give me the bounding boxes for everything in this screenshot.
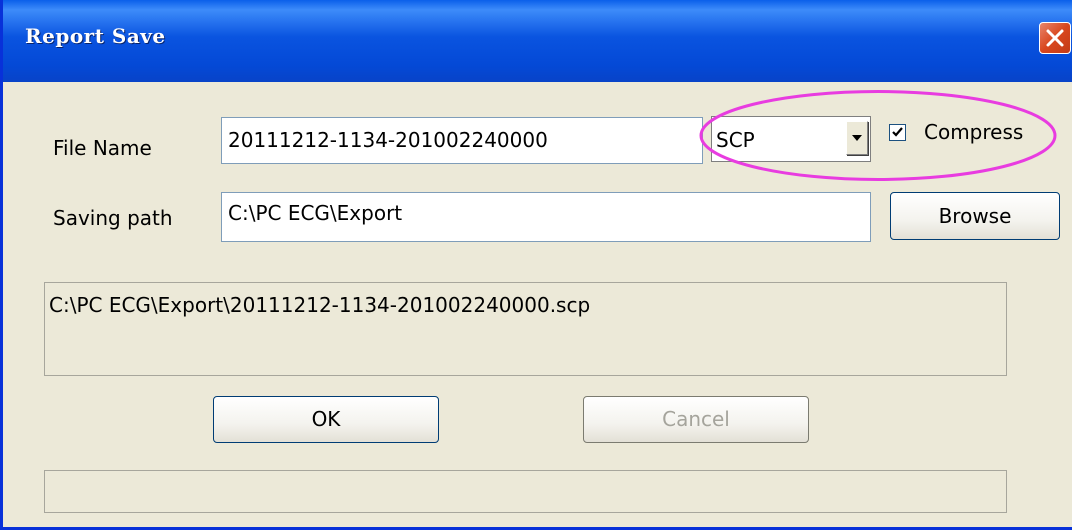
close-button[interactable] <box>1039 22 1071 54</box>
close-icon <box>1046 29 1064 47</box>
saving-path-label: Saving path <box>53 206 173 230</box>
format-dropdown-button[interactable] <box>846 121 868 155</box>
browse-button[interactable]: Browse <box>890 192 1060 240</box>
status-bar <box>44 470 1007 513</box>
file-name-input[interactable]: 20111212-1134-201002240000 <box>221 117 703 164</box>
compress-checkbox[interactable] <box>889 124 906 141</box>
window-title: Report Save <box>25 24 166 48</box>
file-name-label: File Name <box>53 136 152 160</box>
full-path-display: C:\PC ECG\Export\20111212-1134-201002240… <box>44 282 1007 376</box>
compress-label[interactable]: Compress <box>924 120 1023 144</box>
title-bar[interactable]: Report Save <box>3 0 1072 82</box>
saving-path-input[interactable]: C:\PC ECG\Export <box>221 192 871 242</box>
format-select-value: SCP <box>716 128 755 152</box>
cancel-button[interactable]: Cancel <box>583 396 809 443</box>
format-select[interactable]: SCP <box>711 116 871 162</box>
report-save-dialog: Report Save File Name 20111212-1134-2010… <box>0 0 1072 530</box>
chevron-down-icon <box>852 135 862 141</box>
ok-button[interactable]: OK <box>213 396 439 443</box>
dialog-body: File Name 20111212-1134-201002240000 SCP… <box>6 82 1072 527</box>
checkmark-icon <box>892 127 903 137</box>
